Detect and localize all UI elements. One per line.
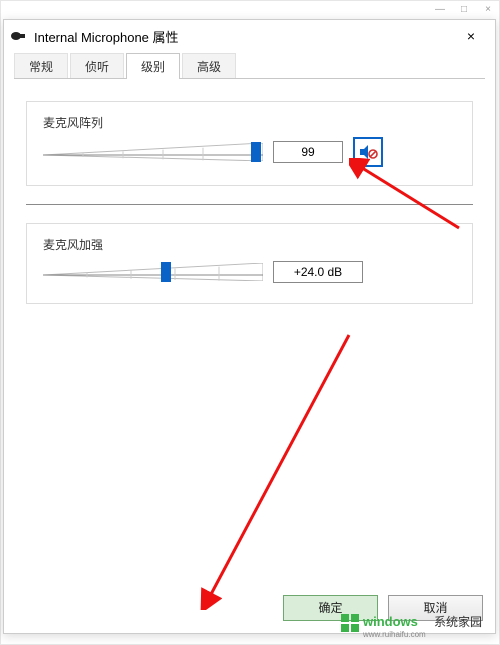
watermark: windows 系统家园 www.ruihaifu.com	[339, 610, 499, 640]
group-divider	[26, 204, 473, 205]
outer-minimize[interactable]: —	[435, 5, 445, 15]
slider-wedge-decoration	[43, 143, 263, 161]
browser-like-frame: — □ × Internal Microphone 属性 × 常规 侦听 级别 …	[0, 0, 500, 645]
mic-boost-slider[interactable]	[43, 259, 263, 285]
mic-array-slider[interactable]	[43, 139, 263, 165]
outer-close[interactable]: ×	[483, 5, 493, 15]
dialog-title: Internal Microphone 属性	[34, 27, 453, 46]
mic-array-label: 麦克风阵列	[43, 114, 456, 131]
tab-strip: 常规 侦听 级别 高级	[4, 52, 495, 78]
mic-array-row: 99	[43, 137, 456, 167]
mic-array-group: 麦克风阵列	[26, 101, 473, 186]
watermark-suffix: 系统家园	[434, 614, 482, 629]
dialog-titlebar: Internal Microphone 属性 ×	[4, 20, 495, 52]
tab-levels[interactable]: 级别	[126, 53, 180, 79]
tab-general[interactable]: 常规	[14, 53, 68, 79]
tab-listen[interactable]: 侦听	[70, 53, 124, 79]
mic-boost-slider-thumb[interactable]	[161, 262, 171, 282]
slider-wedge-decoration	[43, 263, 263, 281]
outer-titlebar: — □ ×	[1, 1, 499, 18]
dialog-close-button[interactable]: ×	[453, 22, 489, 50]
properties-dialog: Internal Microphone 属性 × 常规 侦听 级别 高级 麦克风…	[3, 19, 496, 634]
outer-maximize[interactable]: □	[459, 5, 469, 15]
watermark-brand: windows	[362, 614, 418, 629]
tab-advanced[interactable]: 高级	[182, 53, 236, 79]
levels-panel: 麦克风阵列	[14, 78, 485, 588]
speaker-muted-icon	[358, 142, 378, 162]
mic-boost-label: 麦克风加强	[43, 236, 456, 253]
watermark-url: www.ruihaifu.com	[362, 630, 426, 639]
mic-boost-value[interactable]: +24.0 dB	[273, 261, 363, 283]
mic-array-mute-button[interactable]	[353, 137, 383, 167]
microphone-icon	[10, 29, 28, 43]
mic-boost-group: 麦克风加强	[26, 223, 473, 304]
mic-array-value[interactable]: 99	[273, 141, 343, 163]
mic-boost-row: +24.0 dB	[43, 259, 456, 285]
mic-array-slider-thumb[interactable]	[251, 142, 261, 162]
